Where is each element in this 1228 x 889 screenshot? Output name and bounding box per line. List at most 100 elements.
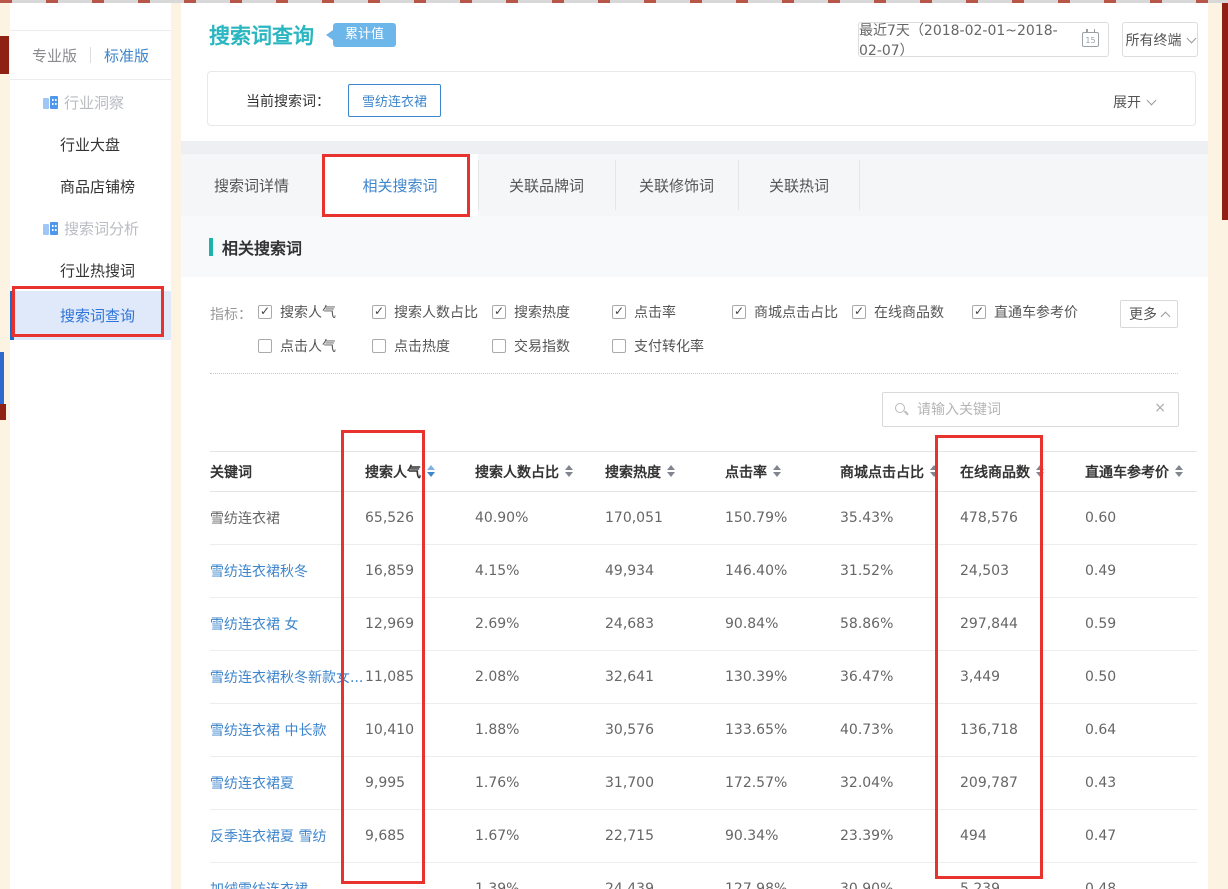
sort-icon[interactable] [565,465,574,477]
terminal-select[interactable]: 所有终端 [1122,22,1198,57]
metric-checkbox[interactable] [372,305,386,319]
sort-down-arrow [1175,472,1183,477]
value-cell: 1.67% [475,810,605,863]
keyword-link[interactable]: 雪纺连衣裙夏 [210,776,294,792]
sidebar-item[interactable]: 搜索词查询 [10,291,171,340]
value-cell: 16,859 [365,545,475,598]
keyword-search-input[interactable] [917,393,1147,426]
sidebar-item-label: 行业大盘 [60,134,120,155]
calendar-button[interactable]: 15 [1073,22,1109,57]
metric-label: 交易指数 [514,336,570,356]
terminal-select-value: 所有终端 [1126,30,1182,50]
value-cell: 209,787 [960,757,1085,810]
value-cell: 0.49 [1085,545,1197,598]
value-cell: 40.90% [475,492,605,545]
value-cell: 297,844 [960,598,1085,651]
metric-checkbox[interactable] [492,305,506,319]
sort-icon[interactable] [773,465,782,477]
metric-item: 搜索热度 [492,302,570,322]
version-tab-standard[interactable]: 标准版 [104,45,149,66]
date-range-picker[interactable]: 最近7天（2018-02-01~2018-02-07） [858,22,1074,57]
sort-icon[interactable] [427,465,436,477]
version-tab-pro[interactable]: 专业版 [32,45,77,66]
column-header: 点击率 [725,452,840,492]
metric-checkbox[interactable] [732,305,746,319]
sidebar-item[interactable]: 搜索词分析 [10,207,171,249]
keyword-link[interactable]: 反季连衣裙夏 雪纺 [210,829,326,845]
metric-item: 交易指数 [492,336,570,356]
metric-checkbox[interactable] [852,305,866,319]
value-cell: 172.57% [725,757,840,810]
column-header: 搜索热度 [605,452,725,492]
metric-label: 商城点击占比 [754,302,838,322]
sort-icon[interactable] [1175,465,1184,477]
sort-icon[interactable] [930,465,939,477]
section-accent-bar [209,238,213,256]
metric-checkbox[interactable] [258,339,272,353]
keyword-link[interactable]: 雪纺连衣裙 中长款 [210,723,326,739]
sidebar-item-label: 行业热搜词 [60,260,135,281]
clear-search-icon[interactable]: × [1154,400,1166,416]
sidebar-item[interactable]: 行业洞察 [10,81,171,123]
value-cell: 1.76% [475,757,605,810]
current-search-label: 当前搜索词： [246,91,330,111]
keyword-link[interactable]: 雪纺连衣裙秋冬 [210,564,308,580]
table-row: 雪纺连衣裙65,52640.90%170,051150.79%35.43%478… [210,492,1197,545]
main-content: 搜索词查询 累计值 最近7天（2018-02-01~2018-02-07） 15… [181,3,1208,889]
value-cell: 133.65% [725,704,840,757]
value-cell: 32,641 [605,651,725,704]
tab-item[interactable]: 关联品牌词 [478,154,615,216]
section-title: 相关搜索词 [209,235,302,259]
tab-label: 关联修饰词 [639,175,714,196]
sort-down-arrow [667,472,675,477]
value-cell: 9,995 [365,757,475,810]
keyword-link[interactable]: 雪纺连衣裙秋冬新款女... [210,670,363,686]
value-cell: 3,449 [960,651,1085,704]
sort-up-arrow [1175,465,1183,470]
current-search-word-button[interactable]: 雪纺连衣裙 [348,84,441,117]
keyword-link[interactable]: 雪纺连衣裙 女 [210,617,298,633]
value-cell: 30.90% [840,863,960,889]
sort-icon[interactable] [1036,465,1045,477]
chevron-down-icon [1147,96,1157,106]
value-cell: 2.08% [475,651,605,704]
metric-label: 支付转化率 [634,336,704,356]
table-body: 雪纺连衣裙65,52640.90%170,051150.79%35.43%478… [210,492,1197,889]
keyword-cell: 反季连衣裙夏 雪纺 [210,810,365,863]
column-header: 搜索人数占比 [475,452,605,492]
metric-item: 点击率 [612,302,676,322]
cumulative-value-badge: 累计值 [333,23,396,47]
metric-label: 搜索人数占比 [394,302,478,322]
metric-checkbox[interactable] [258,305,272,319]
value-cell: 12,969 [365,598,475,651]
keyword-link[interactable]: 加绒雪纺连衣裙 [210,882,308,889]
value-cell: 36.47% [840,651,960,704]
metric-checkbox[interactable] [492,339,506,353]
sort-up-arrow [565,465,573,470]
sidebar-item[interactable]: 行业大盘 [10,123,171,165]
value-cell: 0.47 [1085,810,1197,863]
calendar-icon: 15 [1082,32,1099,47]
value-cell: 5,239 [960,863,1085,889]
sort-icon[interactable] [667,465,676,477]
sidebar-item[interactable]: 行业热搜词 [10,249,171,291]
tab-item[interactable]: 关联修饰词 [615,154,738,216]
tab-item[interactable]: 搜索词详情 [181,154,322,216]
column-header-label: 搜索热度 [605,465,661,481]
tab-item[interactable]: 关联热词 [738,154,860,216]
tab-label: 搜索词详情 [214,175,289,196]
value-cell: 24,439 [605,863,725,889]
metric-checkbox[interactable] [612,305,626,319]
metric-item: 直通车参考价 [972,302,1078,322]
metric-checkbox[interactable] [972,305,986,319]
value-cell: 1.39% [475,863,605,889]
expand-toggle[interactable]: 展开 [1113,92,1155,112]
value-cell: 31.52% [840,545,960,598]
metric-checkbox[interactable] [372,339,386,353]
metric-checkbox[interactable] [612,339,626,353]
tab-item[interactable]: 相关搜索词 [322,154,478,216]
sidebar-item[interactable]: 商品店铺榜 [10,165,171,207]
more-metrics-button[interactable]: 更多 [1120,300,1178,328]
column-header-label: 直通车参考价 [1085,465,1169,481]
column-header-label: 商城点击占比 [840,465,924,481]
